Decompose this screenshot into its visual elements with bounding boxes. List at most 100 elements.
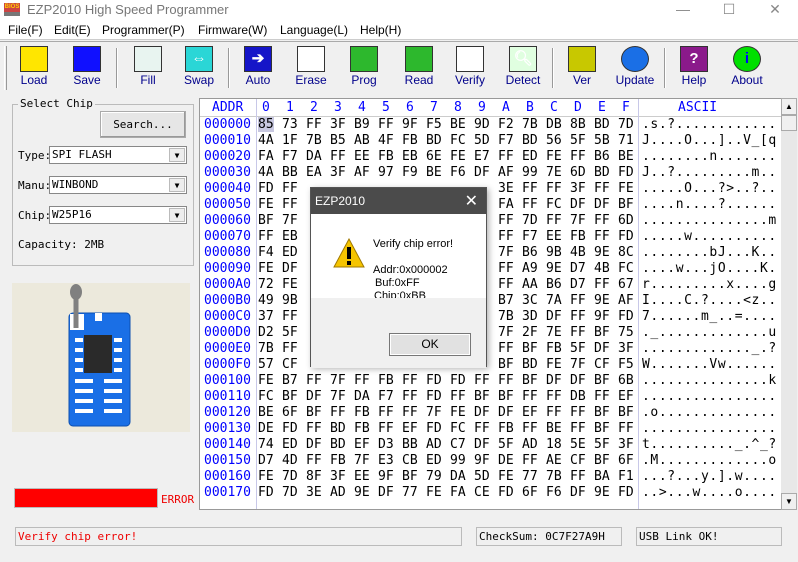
- hex-byte-cell[interactable]: 3F: [618, 437, 634, 452]
- hex-byte-cell[interactable]: FD: [282, 421, 298, 436]
- toolbar-erase-button[interactable]: Erase: [285, 46, 337, 92]
- hex-byte-cell[interactable]: FE: [498, 469, 514, 484]
- manufacturer-select[interactable]: WINBOND ▼: [49, 176, 187, 194]
- hex-byte-cell[interactable]: D7: [570, 277, 586, 292]
- hex-byte-cell[interactable]: 7B: [546, 469, 562, 484]
- hex-byte-cell[interactable]: DF: [594, 197, 610, 212]
- hex-byte-cell[interactable]: FF: [402, 405, 418, 420]
- hex-byte-cell[interactable]: FE: [546, 357, 562, 372]
- search-button[interactable]: Search...: [100, 111, 186, 138]
- toolbar-read-button[interactable]: Read: [393, 46, 445, 92]
- hex-byte-cell[interactable]: BE: [618, 149, 634, 164]
- hex-byte-cell[interactable]: BD: [594, 165, 610, 180]
- hex-byte-cell[interactable]: BF: [258, 213, 274, 228]
- hex-byte-cell[interactable]: B5: [330, 133, 346, 148]
- hex-byte-cell[interactable]: FE: [546, 149, 562, 164]
- hex-byte-cell[interactable]: F6: [450, 165, 466, 180]
- hex-byte-cell[interactable]: FE: [426, 485, 442, 500]
- hex-byte-cell[interactable]: FE: [618, 181, 634, 196]
- hex-byte-cell[interactable]: BF: [594, 453, 610, 468]
- toolbar-detect-button[interactable]: 🔍︎ Detect: [497, 46, 549, 92]
- hex-byte-cell[interactable]: D3: [378, 437, 394, 452]
- minimize-button[interactable]: —: [660, 0, 706, 20]
- hex-byte-cell[interactable]: 7B: [306, 133, 322, 148]
- hex-byte-cell[interactable]: AE: [546, 453, 562, 468]
- toolbar-save-button[interactable]: Save: [61, 46, 113, 92]
- menu-programmer[interactable]: Programmer(P): [102, 23, 185, 37]
- ascii-text[interactable]: .s.?............: [642, 117, 777, 132]
- hex-byte-cell[interactable]: 57: [258, 357, 274, 372]
- hex-byte-cell[interactable]: FF: [570, 325, 586, 340]
- ascii-text[interactable]: W.......Vw......: [642, 357, 777, 372]
- hex-byte-cell[interactable]: B7: [498, 293, 514, 308]
- hex-byte-cell[interactable]: 8B: [570, 117, 586, 132]
- hex-byte-cell[interactable]: FD: [426, 389, 442, 404]
- menu-file[interactable]: File(F): [8, 23, 43, 37]
- hex-byte-cell[interactable]: DA: [306, 149, 322, 164]
- chevron-down-icon[interactable]: ▼: [169, 208, 185, 222]
- hex-byte-cell[interactable]: FF: [306, 453, 322, 468]
- hex-byte-cell[interactable]: ED: [522, 149, 538, 164]
- hex-byte-cell[interactable]: DE: [258, 421, 274, 436]
- hex-byte-cell[interactable]: 6B: [618, 373, 634, 388]
- hex-byte-cell[interactable]: FF: [282, 341, 298, 356]
- ascii-text[interactable]: J..?.........m..: [642, 165, 777, 180]
- ascii-text[interactable]: .....O...?>..?..: [642, 181, 777, 196]
- hex-byte-cell[interactable]: BE: [450, 117, 466, 132]
- hex-byte-cell[interactable]: 5B: [594, 133, 610, 148]
- hex-byte-cell[interactable]: A9: [522, 261, 538, 276]
- hex-byte-cell[interactable]: AF: [618, 293, 634, 308]
- hex-byte-cell[interactable]: BD: [522, 133, 538, 148]
- hex-byte-cell[interactable]: FC: [618, 261, 634, 276]
- hex-byte-cell[interactable]: CF: [594, 357, 610, 372]
- hex-byte-cell[interactable]: F5: [618, 357, 634, 372]
- hex-byte-cell[interactable]: 6F: [282, 405, 298, 420]
- ascii-text[interactable]: J....O...]..V_[q: [642, 133, 777, 148]
- hex-byte-cell[interactable]: ED: [282, 245, 298, 260]
- hex-byte-cell[interactable]: 5F: [282, 325, 298, 340]
- hex-byte-cell[interactable]: DF: [282, 261, 298, 276]
- hex-byte-cell[interactable]: FD: [618, 309, 634, 324]
- hex-byte-cell[interactable]: FF: [546, 389, 562, 404]
- hex-byte-cell[interactable]: BF: [522, 341, 538, 356]
- hex-byte-cell[interactable]: FF: [546, 213, 562, 228]
- ascii-text[interactable]: I....C.?....<z..: [642, 293, 777, 308]
- toolbar-help-button[interactable]: ? Help: [668, 46, 720, 92]
- hex-byte-cell[interactable]: BE: [426, 165, 442, 180]
- hex-byte-cell[interactable]: AD: [522, 437, 538, 452]
- menu-help[interactable]: Help(H): [360, 23, 401, 37]
- hex-byte-cell[interactable]: ED: [426, 453, 442, 468]
- hex-byte-cell[interactable]: 9B: [546, 245, 562, 260]
- hex-byte-cell[interactable]: FF: [594, 213, 610, 228]
- hex-byte-cell[interactable]: FD: [618, 485, 634, 500]
- hex-byte-cell[interactable]: 7F: [498, 245, 514, 260]
- hex-byte-cell[interactable]: DF: [474, 165, 490, 180]
- hex-byte-cell[interactable]: FB: [354, 405, 370, 420]
- hex-byte-cell[interactable]: 9E: [354, 485, 370, 500]
- hex-byte-cell[interactable]: B6: [546, 277, 562, 292]
- hex-byte-cell[interactable]: AF: [498, 165, 514, 180]
- hex-byte-cell[interactable]: 3F: [330, 469, 346, 484]
- hex-byte-cell[interactable]: 7D: [618, 117, 634, 132]
- menu-language[interactable]: Language(L): [280, 23, 348, 37]
- hex-byte-cell[interactable]: BF: [618, 197, 634, 212]
- hex-byte-cell[interactable]: F2: [498, 117, 514, 132]
- toolbar-prog-button[interactable]: Prog: [338, 46, 390, 92]
- hex-byte-cell[interactable]: 2F: [522, 325, 538, 340]
- ascii-text[interactable]: ...............m: [642, 213, 777, 228]
- hex-byte-cell[interactable]: 4F: [378, 133, 394, 148]
- hex-byte-cell[interactable]: 9D: [474, 117, 490, 132]
- hex-byte-cell[interactable]: FF: [498, 213, 514, 228]
- hex-byte-cell[interactable]: 5D: [474, 469, 490, 484]
- maximize-button[interactable]: ☐: [706, 0, 752, 20]
- hex-byte-cell[interactable]: 6E: [426, 149, 442, 164]
- hex-byte-cell[interactable]: FF: [498, 277, 514, 292]
- hex-byte-cell[interactable]: 9F: [378, 469, 394, 484]
- hex-byte-cell[interactable]: DB: [546, 117, 562, 132]
- hex-byte-cell[interactable]: FF: [450, 389, 466, 404]
- type-select[interactable]: SPI FLASH ▼: [49, 146, 187, 164]
- hex-byte-cell[interactable]: FF: [498, 261, 514, 276]
- ascii-text[interactable]: t.........._.^_?: [642, 437, 777, 452]
- hex-byte-cell[interactable]: EB: [402, 149, 418, 164]
- scroll-up-arrow-icon[interactable]: ▲: [781, 98, 797, 115]
